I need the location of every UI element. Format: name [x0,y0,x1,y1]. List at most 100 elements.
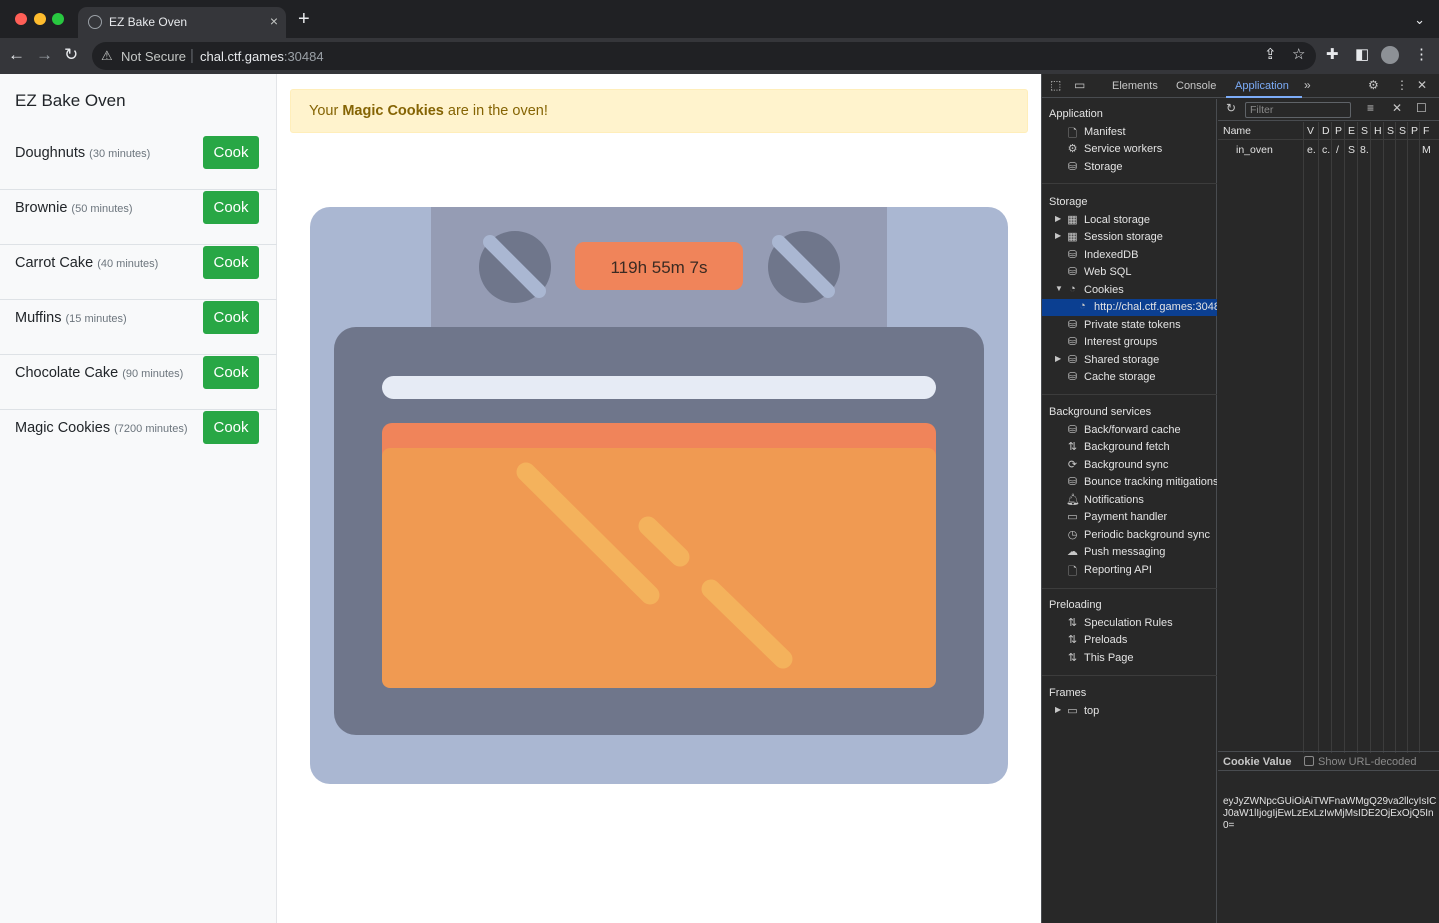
sidebar-item-cache-storage[interactable]: ⛁ Cache storage [1042,369,1217,386]
cook-button[interactable]: Cook [203,356,259,389]
cook-button[interactable]: Cook [203,411,259,444]
sidebar-item-background-fetch[interactable]: ⇅ Background fetch [1042,439,1217,456]
sidebar-item-preloads[interactable]: ⇅ Preloads [1042,632,1217,649]
expand-arrow-icon[interactable]: ▶ [1055,231,1061,240]
sidebar-item-speculation-rules[interactable]: ⇅ Speculation Rules [1042,615,1217,632]
cook-button[interactable]: Cook [203,301,259,334]
sidebar-item-manifest[interactable]: 🗋 Manifest [1042,124,1217,141]
sidebar-item-push-messaging[interactable]: ☁ Push messaging [1042,544,1217,561]
sidebar-item-local-storage[interactable]: ▶ ▦ Local storage [1042,212,1217,229]
sidebar-item-service-workers[interactable]: ⚙ Service workers [1042,141,1217,158]
sidebar-item-reporting-api[interactable]: 🗋 Reporting API [1042,562,1217,579]
column-header[interactable]: D [1322,125,1330,137]
only-issues-checkbox[interactable]: ☐ [1416,102,1427,115]
sidebar-item-background-sync[interactable]: ⟳ Background sync [1042,457,1217,474]
tab-search-icon[interactable]: ⌄ [1414,12,1425,28]
column-header[interactable]: P [1335,125,1342,137]
sidebar-item-label: Preloads [1084,634,1128,646]
bookmark-star-icon[interactable]: ☆ [1292,47,1305,63]
sidebar-item-bounce-tracking[interactable]: ⛁ Bounce tracking mitigations [1042,474,1217,491]
filter-input[interactable]: Filter [1245,102,1351,118]
close-devtools-icon[interactable]: ✕ [1417,79,1427,92]
forward-icon[interactable]: → [36,46,53,64]
sidebar-item-label: Storage [1084,161,1123,173]
sidebar-item-payment-handler[interactable]: ▭ Payment handler [1042,509,1217,526]
tab-console[interactable]: Console [1176,80,1216,92]
sidebar-item-interest-groups[interactable]: ⛁ Interest groups [1042,334,1217,351]
cookie-value-cell: e. [1307,144,1316,156]
devtools-menu-icon[interactable]: ⋮ [1396,79,1408,92]
sidebar-item-periodic-sync[interactable]: ◷ Periodic background sync [1042,527,1217,544]
new-tab-button[interactable]: + [298,9,310,29]
sidebar-item-frame-top[interactable]: ▶ ▭ top [1042,703,1217,720]
column-header[interactable]: S [1387,125,1394,137]
sidebar-item-bfcache[interactable]: ⛁ Back/forward cache [1042,422,1217,439]
table-icon: ▦ [1067,214,1078,226]
side-panel-icon[interactable]: ◧ [1355,47,1369,63]
extensions-icon[interactable]: ✚ [1326,47,1339,63]
column-header[interactable]: V [1307,125,1314,137]
sidebar-item-private-state-tokens[interactable]: ⛁ Private state tokens [1042,317,1217,334]
back-icon[interactable]: ← [8,46,25,64]
column-header[interactable]: E [1348,125,1355,137]
reload-icon[interactable]: ↻ [64,46,78,64]
column-header[interactable]: Name [1223,125,1251,137]
more-tabs-icon[interactable]: » [1304,79,1311,92]
cook-button[interactable]: Cook [203,136,259,169]
maximize-window-button[interactable] [52,13,64,25]
cookie-toolbar: ↻ Filter ≡ ✕ ☐ [1218,99,1439,121]
recipe-name: Muffins [15,310,62,326]
collapse-arrow-icon[interactable]: ▼ [1055,284,1063,293]
settings-gear-icon[interactable]: ⚙ [1368,79,1379,92]
column-header[interactable]: P [1411,125,1418,137]
tab-application[interactable]: Application [1235,80,1289,92]
sidebar-item-web-sql[interactable]: ⛁ Web SQL [1042,264,1217,281]
sidebar-item-label: Periodic background sync [1084,529,1210,541]
sidebar-item-cookie-origin[interactable]: ◔ http://chal.ctf.games:30484 [1042,299,1217,316]
cookie-value-text[interactable]: eyJyZWNpcGUiOiAiTWFnaWMgQ29va2llcyIsICJ0… [1223,796,1438,832]
clear-filtered-icon[interactable]: ≡ [1367,102,1374,115]
profile-avatar[interactable] [1381,46,1399,64]
recipe-name: Doughnuts [15,145,86,161]
sidebar-item-session-storage[interactable]: ▶ ▦ Session storage [1042,229,1217,246]
sidebar-item-label: Background fetch [1084,441,1170,453]
column-header[interactable]: F [1423,125,1429,137]
section-storage: Storage [1049,196,1088,208]
tab-elements[interactable]: Elements [1112,80,1158,92]
bell-icon: 🔔︎ [1066,494,1080,506]
minimize-window-button[interactable] [34,13,46,25]
delete-selected-icon[interactable]: ✕ [1392,102,1402,115]
show-decoded-checkbox[interactable] [1304,756,1314,766]
device-toolbar-icon[interactable]: ▭ [1074,79,1085,92]
inspect-element-icon[interactable]: ⬚ [1050,79,1061,92]
cook-button[interactable]: Cook [203,191,259,224]
sidebar-item-notifications[interactable]: 🔔︎ Notifications [1042,492,1217,509]
browser-tab[interactable]: EZ Bake Oven × [78,7,286,38]
recipe-name: Magic Cookies [15,420,111,436]
column-header[interactable]: S [1399,125,1406,137]
sidebar-item-this-page[interactable]: ⇅ This Page [1042,650,1217,667]
browser-menu-icon[interactable]: ⋮ [1414,47,1429,63]
sidebar-item-indexeddb[interactable]: ⛁ IndexedDB [1042,247,1217,264]
expand-arrow-icon[interactable]: ▶ [1055,705,1061,714]
column-header[interactable]: S [1361,125,1368,137]
devtools-panel: ⬚ ▭ Elements Console Application » ⚙ ⋮ ✕… [1041,74,1439,923]
sidebar-item-label: Web SQL [1084,266,1132,278]
share-icon[interactable]: ⇪ [1264,47,1277,63]
refresh-icon[interactable]: ↻ [1226,102,1236,115]
cookie-size-cell: 8. [1360,144,1369,156]
sidebar-item-storage[interactable]: ⛁ Storage [1042,159,1217,176]
cookie-priority-cell: M [1422,144,1431,156]
cook-button[interactable]: Cook [203,246,259,279]
close-window-button[interactable] [15,13,27,25]
expand-arrow-icon[interactable]: ▶ [1055,354,1061,363]
tab-close-icon[interactable]: × [270,13,278,29]
sidebar-item-label: Reporting API [1084,564,1152,576]
database-icon: ⛁ [1067,354,1078,366]
sidebar-item-cookies[interactable]: ▼ ◔ Cookies [1042,282,1217,299]
expand-arrow-icon[interactable]: ▶ [1055,214,1061,223]
sidebar-item-shared-storage[interactable]: ▶ ⛁ Shared storage [1042,352,1217,369]
address-bar[interactable]: ⚠ Not Secure | chal.ctf.games:30484 [92,42,1316,70]
address-separator: | [190,47,194,64]
column-header[interactable]: H [1374,125,1382,137]
